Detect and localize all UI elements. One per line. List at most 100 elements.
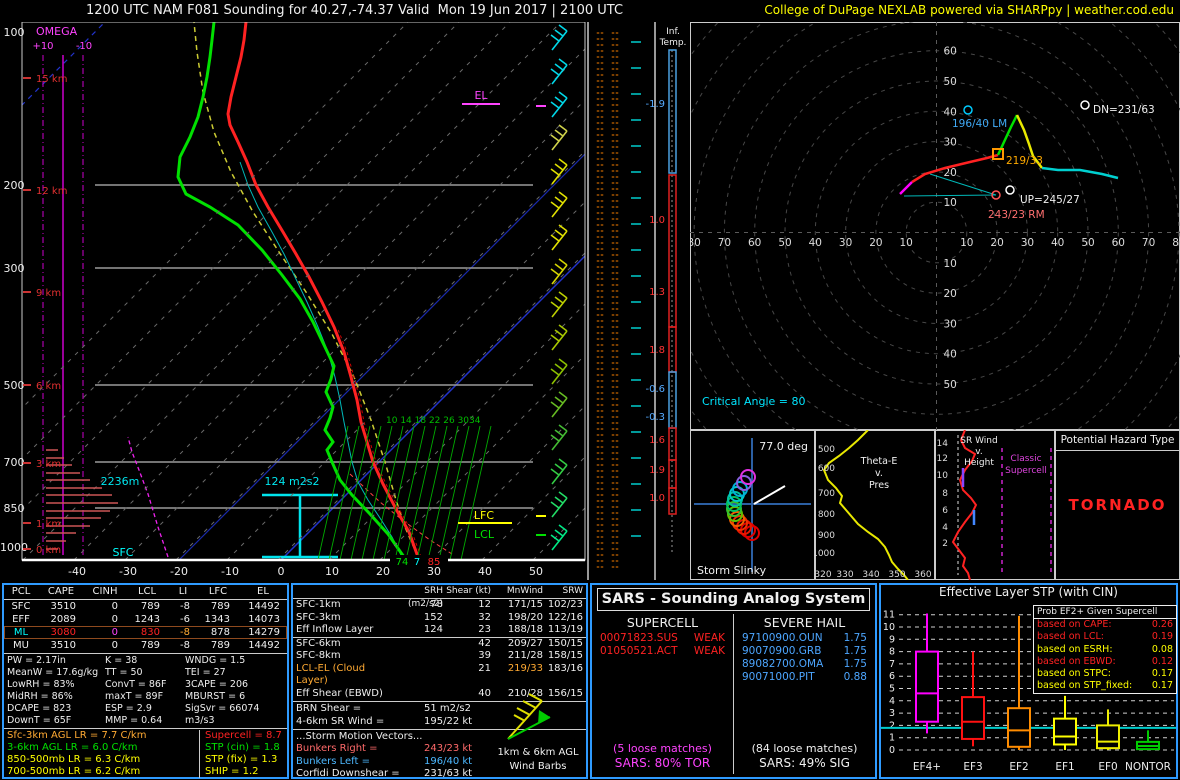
stp-legend-row: based on STP_fixed: 0.17: [1037, 680, 1173, 692]
classic-supercell-label-2: Supercell: [1005, 466, 1047, 476]
svg-text:600: 600: [818, 464, 835, 474]
kinematics-row: SFC-6km 42 209/27 150/15: [293, 636, 586, 651]
inf-temp-header-2: Temp.: [659, 38, 687, 48]
svg-text:10: 10: [900, 237, 913, 249]
svg-text:12 km: 12 km: [36, 186, 67, 197]
storm-slinky-panel: 77.0 deg Storm Slinky: [690, 430, 815, 580]
svg-text:3 km: 3 km: [36, 459, 61, 470]
thetae-trace: [822, 430, 909, 580]
hazard-panel: Potential Hazard Type TORNADO: [1055, 430, 1180, 580]
svg-text:1.8: 1.8: [649, 345, 665, 356]
sars-supercell-header: SUPERCELL: [626, 615, 699, 630]
wind-barb-icon: [550, 24, 568, 51]
wind-barb-icon: [550, 424, 568, 451]
thermo-col3: WNDG = 1.5 TEI = 27 3CAPE = 206 MBURST = 6…: [185, 655, 260, 726]
svg-text:EF4+: EF4+: [913, 761, 941, 773]
stp-box: [1096, 724, 1120, 750]
barb-caption-1: 1km & 6km AGL: [497, 747, 579, 758]
sars-panel: SARS - Sounding Analog System SUPERCELL …: [590, 583, 877, 779]
svg-text:40: 40: [944, 349, 957, 361]
svg-text:500: 500: [4, 379, 25, 392]
col-cinh: CINH: [92, 586, 118, 597]
srwind-title-2: v.: [975, 447, 983, 457]
svg-text:6 km: 6 km: [36, 381, 61, 392]
svg-text:6: 6: [889, 671, 895, 682]
index-row: STP (fix) = 1.3: [205, 754, 278, 765]
kinematics-row: LCL-EL (Cloud Layer) 21 219/33 183/16: [296, 662, 583, 687]
sars-hail-footer: (84 loose matches) SARS: 49% SIG: [751, 742, 858, 770]
kinematics-row: SFC-1km 78 12 171/15 102/23: [296, 599, 583, 610]
wind-barb-icon: [550, 58, 568, 85]
parcel-row: SFC 3510 0 789 -8 789 14492: [11, 601, 280, 612]
svg-text:30: 30: [839, 237, 852, 249]
corfidi-upshear-marker: [1005, 185, 1015, 195]
svg-text:70: 70: [718, 237, 731, 249]
isobar-lines: [95, 184, 533, 509]
svg-text:9 km: 9 km: [36, 288, 61, 299]
wind-barb-icon: [550, 391, 568, 418]
svg-text:11: 11: [883, 610, 895, 621]
wind-barb-icon: [550, 324, 568, 351]
sfc-wetbulb-value: 7: [414, 557, 420, 568]
svg-text:30: 30: [1021, 237, 1034, 249]
kinematics-row: SFC-3km 152 32 198/20 122/16: [296, 611, 583, 623]
inflow-height-label: 2236m: [101, 475, 140, 488]
inflow-srh-label: 124 m2s2: [265, 475, 320, 488]
composite-index-list: Supercell = 8.7 STP (cin) = 1.8 STP (fix) …: [199, 730, 287, 778]
index-row: STP (cin) = 1.8: [205, 742, 280, 753]
svg-text:700: 700: [818, 489, 835, 499]
svg-text:40: 40: [809, 237, 822, 249]
svg-text:40: 40: [478, 565, 492, 578]
svg-text:0 km: 0 km: [36, 545, 61, 556]
index-row: 850-500mb LR = 6.3 C/km: [7, 754, 141, 765]
sars-supercell-column: SUPERCELL 00071823.SUS WEAK 01050521.ACT WE…: [592, 614, 733, 774]
col-pcl: PCL: [11, 586, 31, 597]
col-lcl: LCL: [137, 586, 157, 597]
bunkers-right-label: 243/23 RM: [988, 209, 1045, 221]
svg-text:10: 10: [944, 258, 957, 270]
parcel-row: EFF 2089 0 1243 -6 1343 14073: [12, 614, 280, 625]
stp-panel: Effective Layer STP (with CIN) 01 2345 678…: [879, 583, 1178, 779]
sars-match-row: 01050521.ACT WEAK: [600, 645, 725, 657]
stp-legend-title: Prob EF2+ Given Supercell: [1034, 606, 1176, 619]
svg-text:340: 340: [862, 570, 879, 580]
bunkers-left-marker: [963, 105, 973, 115]
srwind-axes: 14 12 10 8 6 4 2: [937, 439, 949, 549]
kinematics-body: SFC-1km 78 12 171/15 102/23 SFC-3km 152 32 198/2…: [293, 599, 586, 700]
svg-text:0: 0: [889, 745, 895, 756]
svg-text:8: 8: [942, 489, 948, 499]
thermo-col1: PW = 2.17in MeanW = 17.6g/kg LowRH = 83% M…: [7, 655, 99, 726]
stp-title: Effective Layer STP (with CIN): [939, 585, 1118, 599]
svg-text:800: 800: [818, 510, 835, 520]
omega-minus-label: -10: [76, 41, 92, 52]
title-bar: 1200 UTC NAM F081 Sounding for 40.27,-74…: [0, 0, 1180, 22]
svg-text:350: 350: [888, 570, 905, 580]
sounding-title: 1200 UTC NAM F081 Sounding for 40.27,-74…: [86, 3, 624, 18]
kinematics-panel: SRH (m2/s2) Shear (kt) MnWind SRW SFC-1k…: [291, 583, 588, 779]
svg-text:9: 9: [889, 634, 895, 645]
lcl-label: LCL: [474, 528, 495, 541]
svg-text:-20: -20: [170, 565, 188, 578]
stp-legend-row: based on LCL: 0.19: [1037, 631, 1173, 643]
bunkers-left-label: 196/40 LM: [952, 118, 1007, 130]
svg-text:EF2: EF2: [1009, 761, 1028, 773]
slinky-motion-line: [753, 485, 786, 505]
svg-text:EF1: EF1: [1055, 761, 1074, 773]
svg-text:1.0: 1.0: [649, 215, 665, 226]
kinematics-header: SRH (m2/s2) Shear (kt) MnWind SRW: [293, 585, 586, 609]
stp-box: [1007, 707, 1031, 748]
sfc-dewpoint-value: 74: [396, 557, 409, 568]
svg-text:500: 500: [818, 445, 835, 455]
svg-text:EF0: EF0: [1098, 761, 1117, 773]
svg-text:700: 700: [4, 456, 25, 469]
svg-text:10: 10: [937, 471, 949, 481]
svg-text:6: 6: [942, 506, 948, 516]
svg-text:4: 4: [889, 696, 895, 707]
wind-barb-icon: [550, 291, 568, 318]
svg-text:1.3: 1.3: [649, 287, 665, 298]
svg-text:10: 10: [883, 622, 895, 633]
svg-text:1.0: 1.0: [649, 493, 665, 504]
wind-barb-inset: 1km & 6km AGL Wind Barbs: [497, 693, 579, 772]
svg-text:3: 3: [889, 708, 895, 719]
kinematics-row: SFC-8km 39 211/28 158/15: [296, 650, 583, 661]
